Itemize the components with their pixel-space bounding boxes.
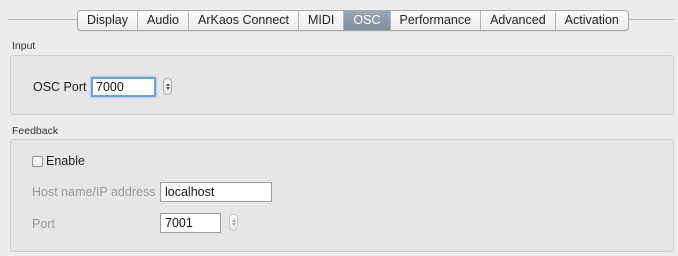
tab-activation[interactable]: Activation (556, 11, 628, 30)
feedback-group: Enable Host name/IP address localhost Po… (10, 139, 674, 252)
port-label: Port (32, 217, 55, 231)
stepper-down-icon[interactable] (232, 223, 236, 226)
tab-performance[interactable]: Performance (391, 11, 482, 30)
osc-port-stepper-icon[interactable] (163, 78, 172, 95)
feedback-section-label: Feedback (12, 125, 59, 137)
stepper-up-icon[interactable] (232, 219, 236, 222)
tab-osc[interactable]: OSC (344, 11, 391, 30)
host-input[interactable]: localhost (160, 182, 272, 202)
host-label: Host name/IP address (32, 185, 156, 199)
tab-audio[interactable]: Audio (138, 11, 189, 30)
port-stepper-icon[interactable] (229, 214, 238, 231)
port-input[interactable]: 7001 (160, 213, 221, 233)
stepper-down-icon[interactable] (166, 87, 170, 90)
tab-arkaos-connect[interactable]: ArKaos Connect (189, 11, 300, 30)
input-section-label: Input (12, 40, 36, 52)
enable-checkbox[interactable] (32, 156, 43, 167)
tab-advanced[interactable]: Advanced (481, 11, 556, 30)
preferences-tabbar: Display Audio ArKaos Connect MIDI OSC Pe… (77, 10, 629, 31)
osc-port-label: OSC Port (33, 80, 87, 94)
input-group: OSC Port 7000 (10, 55, 674, 115)
tab-display[interactable]: Display (78, 11, 138, 30)
osc-port-input[interactable]: 7000 (91, 77, 156, 97)
stepper-up-icon[interactable] (166, 83, 170, 86)
enable-label: Enable (46, 154, 85, 168)
tab-midi[interactable]: MIDI (299, 11, 345, 30)
